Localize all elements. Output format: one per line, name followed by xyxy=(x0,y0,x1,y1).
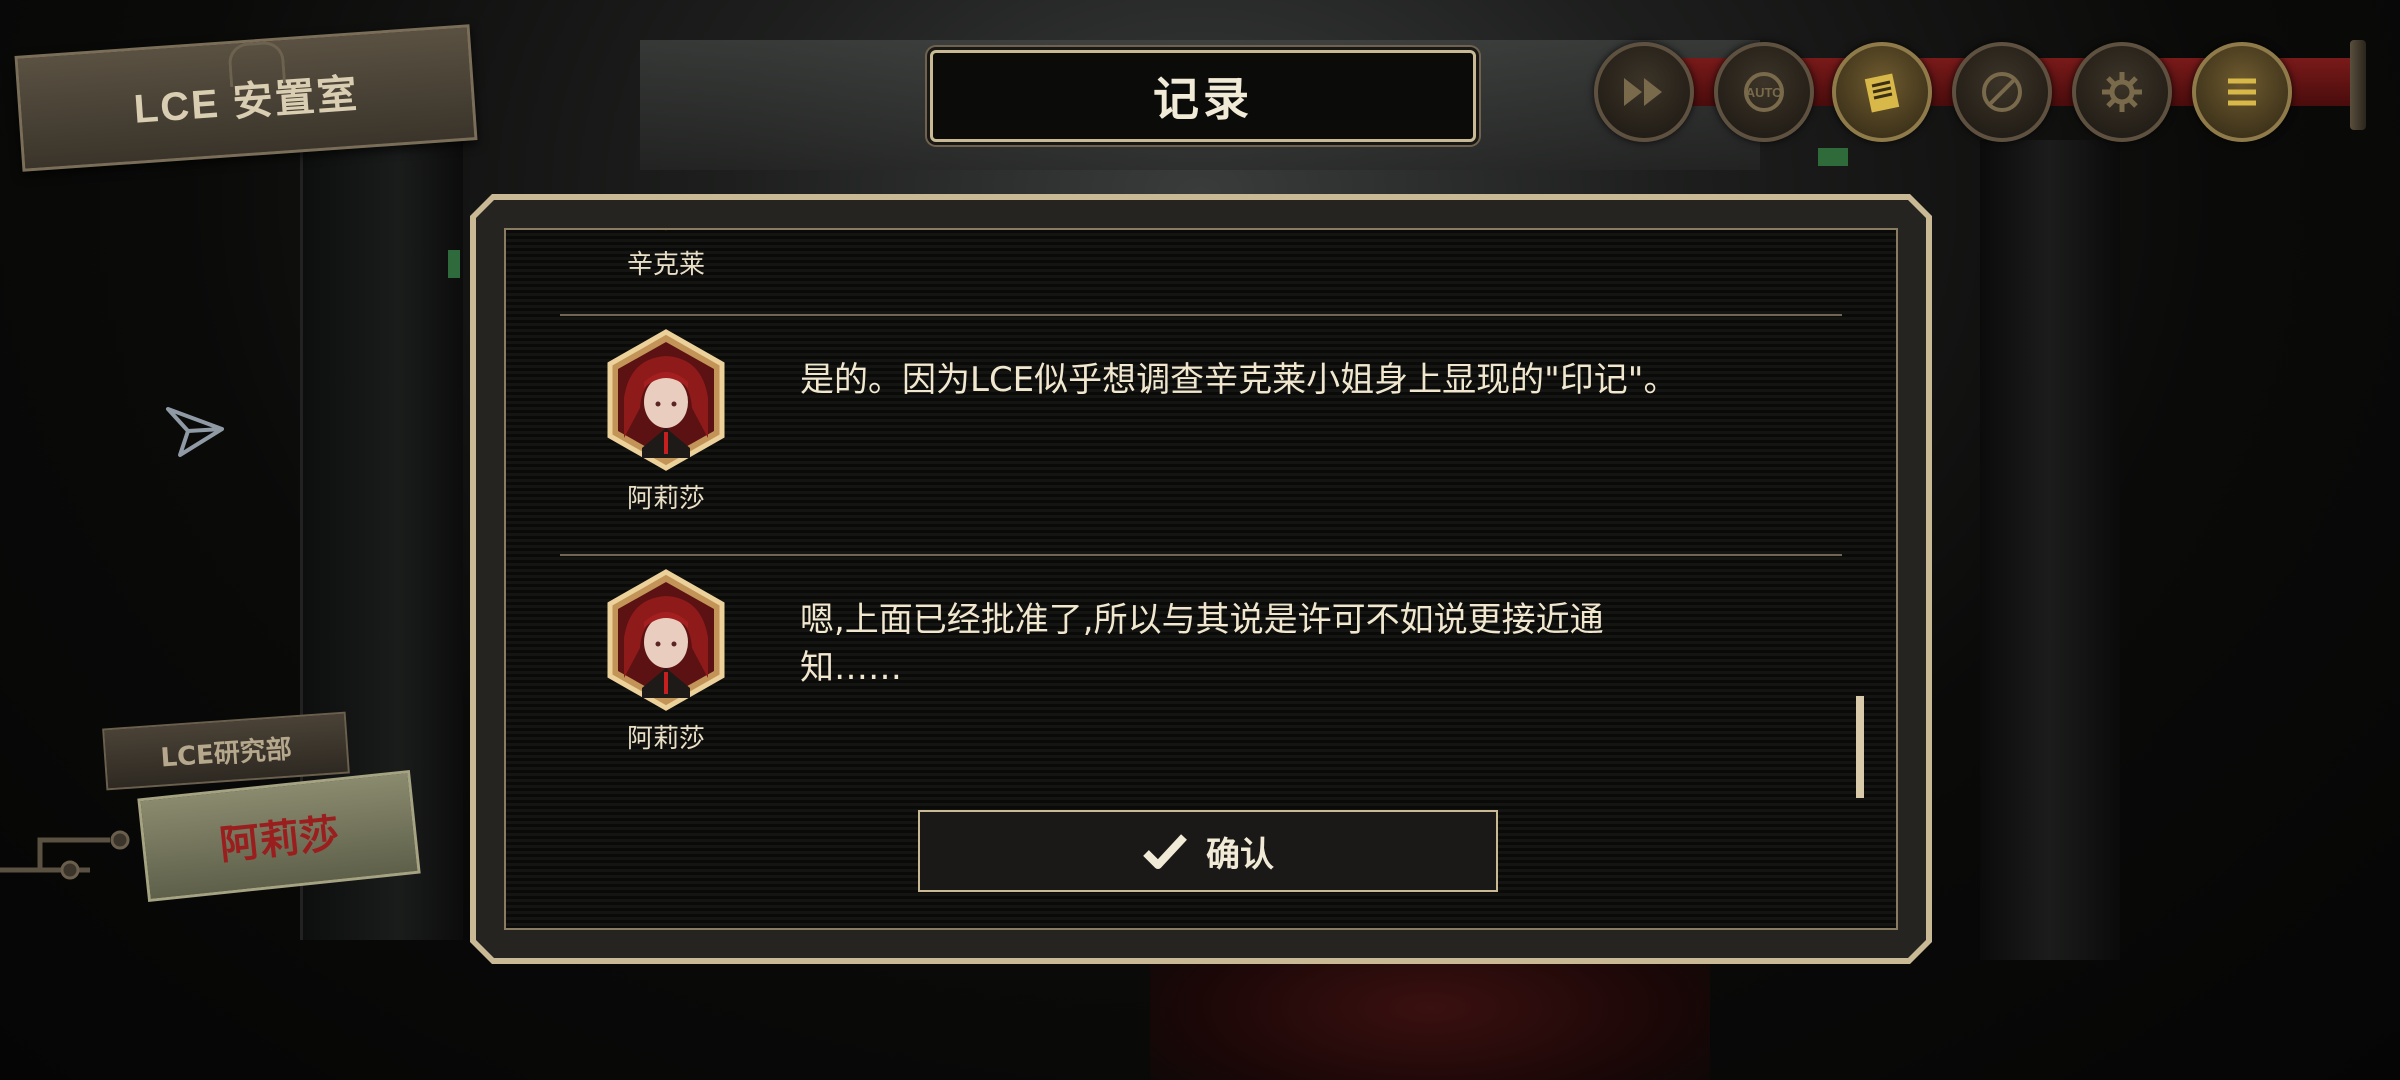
green-exit-sign xyxy=(1818,148,1848,166)
auto-button[interactable]: AUTO xyxy=(1714,42,1814,142)
confirm-label: 确认 xyxy=(1206,834,1274,875)
plate-hook xyxy=(227,40,287,88)
dialog-inner-frame: 辛克莱 阿莉莎 是的。因为LCE似乎想调查辛克莱小姐身上显现的"印记"。 阿莉莎… xyxy=(476,200,1926,958)
log-dialog: 辛克莱 阿莉莎 是的。因为LCE似乎想调查辛克莱小姐身上显现的"印记"。 阿莉莎… xyxy=(470,194,1932,964)
checkmark-icon xyxy=(1142,831,1188,871)
menu-icon xyxy=(2228,78,2256,106)
green-indicator-light xyxy=(448,250,460,278)
portrait-avatar xyxy=(594,230,738,232)
settings-button[interactable] xyxy=(2072,42,2172,142)
gear-icon xyxy=(2102,72,2142,112)
speaker-name: 阿莉莎 xyxy=(626,484,705,514)
portrait-avatar xyxy=(594,568,738,712)
menu-button[interactable] xyxy=(2192,42,2292,142)
skip-button[interactable] xyxy=(1594,42,1694,142)
rail-end-cap xyxy=(2350,40,2366,130)
hide-ui-button[interactable] xyxy=(1952,42,2052,142)
log-button[interactable] xyxy=(1832,42,1932,142)
department-label: LCE研究部 xyxy=(159,733,293,774)
log-entry: 阿莉莎 嗯,上面已经批准了,所以与其说是许可不如说更接近通知…… xyxy=(560,556,1842,796)
speaker-name: 辛克莱 xyxy=(626,250,705,280)
log-entry: 阿莉莎 是的。因为LCE似乎想调查辛克莱小姐身上显现的"印记"。 xyxy=(560,316,1842,556)
fast-forward-icon xyxy=(1624,78,1662,106)
scrollbar-thumb[interactable] xyxy=(1856,696,1864,798)
log-entry: 辛克莱 xyxy=(560,230,1842,302)
right-door xyxy=(1980,140,2120,960)
svg-text:AUTO: AUTO xyxy=(1746,85,1783,100)
speaker-name: 阿莉莎 xyxy=(626,724,705,754)
dialog-title: 记录 xyxy=(1153,72,1253,126)
portrait-avatar xyxy=(594,328,738,472)
dialog-title-box: 记录 xyxy=(930,50,1476,142)
log-icon xyxy=(1864,73,1900,113)
speaker-name-plate: 阿莉莎 xyxy=(137,769,421,903)
dialog-panel: 辛克莱 阿莉莎 是的。因为LCE似乎想调查辛克莱小姐身上显现的"印记"。 阿莉莎… xyxy=(504,228,1898,930)
log-list[interactable]: 辛克莱 阿莉莎 是的。因为LCE似乎想调查辛克莱小姐身上显现的"印记"。 阿莉莎… xyxy=(560,230,1842,800)
department-plate: LCE研究部 xyxy=(102,711,350,791)
share-icon[interactable] xyxy=(160,395,230,465)
speaker-tag-name: 阿莉莎 xyxy=(217,810,342,870)
hide-ui-icon xyxy=(1982,72,2022,112)
pipe-decoration xyxy=(0,830,130,880)
confirm-button[interactable]: 确认 xyxy=(918,810,1498,892)
location-plate: LCE 安置室 xyxy=(14,24,478,172)
auto-icon: AUTO xyxy=(1744,72,1784,112)
dialogue-line: 是的。因为LCE似乎想调查辛克莱小姐身上显现的"印记"。 xyxy=(800,360,1678,400)
dialogue-line: 嗯,上面已经批准了,所以与其说是许可不如说更接近通知…… xyxy=(800,600,1604,688)
